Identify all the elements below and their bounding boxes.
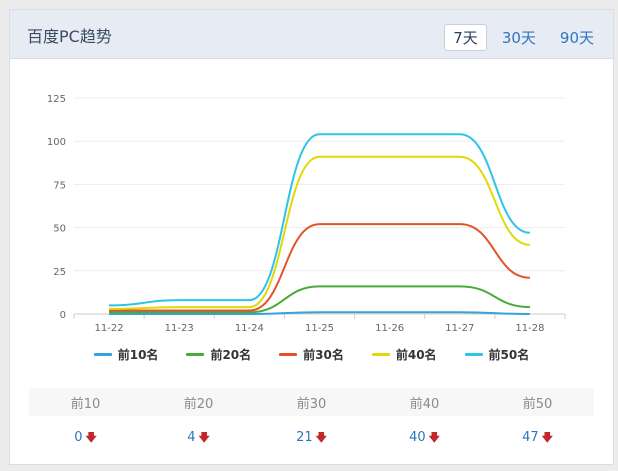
- x-tick-label: 11-26: [375, 323, 404, 334]
- y-tick-label: 100: [47, 137, 66, 148]
- chart-legend: 前10名 前20名 前30名 前40名 前50名: [10, 346, 613, 363]
- series-line-5: [109, 133, 531, 307]
- legend-label-top10: 前10名: [117, 348, 159, 362]
- x-tick-label: 11-27: [445, 323, 474, 334]
- legend-swatch-top30: [279, 353, 298, 356]
- tab-90-days[interactable]: 90天: [551, 24, 603, 51]
- y-tick-label: 0: [60, 310, 66, 321]
- stats-header-top30: 前30: [296, 396, 327, 412]
- down-arrow-icon: 🡇: [85, 430, 97, 444]
- stats-header-top40: 前40: [409, 396, 440, 412]
- y-tick-label: 125: [47, 94, 66, 105]
- stat-top50: 47 🡇: [481, 429, 594, 448]
- y-tick-label: 25: [53, 267, 66, 278]
- stats-header-top20: 前20: [183, 396, 214, 412]
- stat-top20: 4 🡇: [142, 429, 255, 448]
- stat-top10: 0 🡇: [29, 429, 142, 448]
- stat-top40-value[interactable]: 40: [409, 430, 426, 445]
- legend-label-top30: 前30名: [303, 348, 344, 362]
- x-tick-label: 11-25: [305, 323, 334, 334]
- stat-top30-value[interactable]: 21: [296, 430, 313, 445]
- down-arrow-icon: 🡇: [541, 430, 553, 444]
- legend-item-top50[interactable]: 前50名: [464, 346, 530, 363]
- trend-chart-svg: 0 25 50 75 100 125 11-22 11-23 11-24 11-25 11-26 11…: [47, 94, 566, 334]
- stats-header-top50: 前50: [522, 396, 553, 412]
- stat-top10-value[interactable]: 0: [74, 430, 82, 445]
- x-tick-label: 11-28: [515, 323, 544, 334]
- tab-30-days[interactable]: 30天: [493, 24, 545, 51]
- panel-title: 百度PC趋势: [27, 27, 112, 46]
- legend-swatch-top40: [371, 353, 390, 356]
- trend-chart: 0 25 50 75 100 125 11-22 11-23 11-24 11-25 11-26 11…: [10, 58, 613, 388]
- legend-swatch-top20: [186, 353, 205, 356]
- x-tick-label: 11-22: [95, 323, 124, 334]
- down-arrow-icon: 🡇: [428, 430, 440, 444]
- legend-item-top40[interactable]: 前40名: [371, 346, 437, 363]
- legend-label-top50: 前50名: [488, 348, 530, 362]
- stat-top40: 40 🡇: [368, 429, 481, 448]
- stat-top50-value[interactable]: 47: [522, 430, 539, 445]
- y-tick-label: 50: [53, 224, 66, 235]
- stat-top20-value[interactable]: 4: [187, 430, 195, 445]
- down-arrow-icon: 🡇: [198, 430, 210, 444]
- tab-7-days[interactable]: 7天: [444, 24, 487, 51]
- x-tick-label: 11-24: [235, 323, 264, 334]
- stats-header-top10: 前10: [70, 396, 101, 412]
- stats-header-row: 前10 前20 前30 前40 前50: [29, 388, 594, 416]
- stat-top30: 21 🡇: [255, 429, 368, 448]
- x-tick-label: 11-23: [165, 323, 194, 334]
- legend-item-top10[interactable]: 前10名: [93, 346, 159, 363]
- range-tabs: 7天 30天 90天: [444, 24, 603, 51]
- legend-swatch-top10: [93, 353, 112, 356]
- legend-label-top20: 前20名: [210, 348, 252, 362]
- y-tick-label: 75: [53, 180, 66, 191]
- panel-header: 百度PC趋势 7天 30天 90天: [10, 10, 613, 59]
- rank-stats-table: 前10 前20 前30 前40 前50 0 🡇 4 🡇 21 🡇 40 🡇 47 🡇: [29, 388, 594, 460]
- legend-swatch-top50: [464, 353, 483, 356]
- down-arrow-icon: 🡇: [315, 430, 327, 444]
- baidu-pc-trend-panel: 百度PC趋势 7天 30天 90天 0 25 50 75 100 125 11-22 11-2…: [9, 9, 614, 465]
- legend-label-top40: 前40名: [395, 348, 437, 362]
- stats-value-row: 0 🡇 4 🡇 21 🡇 40 🡇 47 🡇: [29, 416, 594, 460]
- legend-item-top20[interactable]: 前20名: [186, 346, 251, 363]
- legend-item-top30[interactable]: 前30名: [279, 346, 344, 363]
- series-line-3: [109, 223, 530, 312]
